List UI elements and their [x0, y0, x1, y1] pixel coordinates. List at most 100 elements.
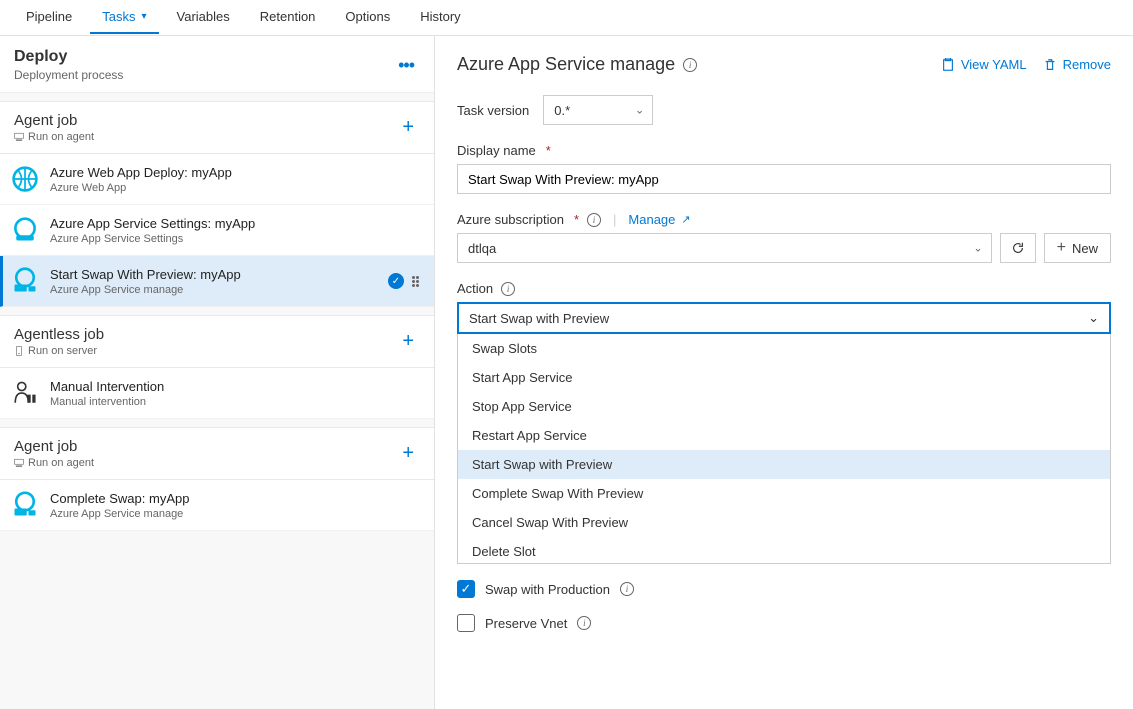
dropdown-option[interactable]: Stop App Service: [458, 392, 1110, 421]
subscription-select[interactable]: dtlqa ⌄: [457, 233, 992, 263]
task-complete-swap[interactable]: Complete Swap: myApp Azure App Service m…: [0, 480, 434, 531]
job-header-agentless[interactable]: Agentless job Run on server +: [0, 315, 434, 368]
job-title: Agentless job: [14, 326, 104, 343]
check-badge-icon: ✓: [388, 273, 404, 289]
tab-label: Tasks: [102, 9, 135, 24]
job-subtitle: Run on server: [14, 345, 104, 357]
info-icon[interactable]: i: [501, 282, 515, 296]
display-name-input[interactable]: [457, 164, 1111, 194]
display-name-label: Display name: [457, 143, 536, 158]
info-icon[interactable]: i: [620, 582, 634, 596]
drag-handle-icon[interactable]: [412, 276, 420, 287]
info-icon[interactable]: i: [587, 213, 601, 227]
swap-with-production-label: Swap with Production: [485, 582, 610, 597]
stage-header: Deploy Deployment process •••: [0, 36, 434, 93]
link-label: Remove: [1063, 57, 1111, 72]
dropdown-option[interactable]: Start App Service: [458, 363, 1110, 392]
task-details-panel: Azure App Service manage i View YAML Rem…: [435, 36, 1133, 709]
tab-options[interactable]: Options: [333, 1, 402, 34]
task-manual-intervention[interactable]: Manual Intervention Manual intervention: [0, 368, 434, 419]
azure-app-service-manage-icon: [10, 490, 40, 520]
task-app-service-settings[interactable]: Azure App Service Settings: myApp Azure …: [0, 205, 434, 256]
manage-link[interactable]: Manage ↗: [628, 212, 690, 227]
dropdown-option[interactable]: Restart App Service: [458, 421, 1110, 450]
task-subtitle: Manual intervention: [50, 396, 420, 408]
swap-with-production-checkbox[interactable]: ✓: [457, 580, 475, 598]
info-icon[interactable]: i: [683, 58, 697, 72]
required-asterisk: *: [574, 212, 579, 227]
top-tabs: Pipeline Tasks▾ Variables Retention Opti…: [0, 0, 1133, 36]
task-version-select[interactable]: 0.* ⌄: [543, 95, 653, 125]
job-title: Agent job: [14, 438, 94, 455]
more-actions-button[interactable]: •••: [392, 55, 420, 76]
job-header-agent-0[interactable]: Agent job Run on agent +: [0, 101, 434, 154]
main-layout: Deploy Deployment process ••• Agent job …: [0, 36, 1133, 709]
dropdown-option[interactable]: Cancel Swap With Preview: [458, 508, 1110, 537]
view-yaml-button[interactable]: View YAML: [941, 57, 1027, 72]
job-subtitle-text: Run on agent: [28, 131, 94, 143]
preserve-vnet-checkbox[interactable]: [457, 614, 475, 632]
select-value: dtlqa: [468, 241, 496, 256]
panel-title-text: Azure App Service manage: [457, 54, 675, 75]
remove-button[interactable]: Remove: [1043, 57, 1111, 72]
trash-icon: [1043, 58, 1057, 72]
chevron-down-icon: ⌄: [973, 242, 982, 255]
azure-web-app-icon: [10, 164, 40, 194]
task-list-panel: Deploy Deployment process ••• Agent job …: [0, 36, 435, 709]
action-select[interactable]: Start Swap with Preview ⌄: [457, 302, 1111, 334]
action-dropdown: Swap Slots Start App Service Stop App Se…: [457, 334, 1111, 564]
task-start-swap-preview[interactable]: Start Swap With Preview: myApp Azure App…: [0, 256, 434, 307]
job-title: Agent job: [14, 112, 94, 129]
dropdown-option[interactable]: Delete Slot: [458, 537, 1110, 564]
tab-retention[interactable]: Retention: [248, 1, 328, 34]
button-label: New: [1072, 241, 1098, 256]
divider: |: [613, 212, 616, 227]
stage-title: Deploy: [14, 48, 123, 66]
add-task-button[interactable]: +: [396, 442, 420, 465]
preserve-vnet-label: Preserve Vnet: [485, 616, 567, 631]
new-subscription-button[interactable]: + New: [1044, 233, 1111, 263]
add-task-button[interactable]: +: [396, 330, 420, 353]
job-subtitle-text: Run on server: [28, 345, 97, 357]
task-title: Complete Swap: myApp: [50, 491, 420, 506]
task-azure-web-app-deploy[interactable]: Azure Web App Deploy: myApp Azure Web Ap…: [0, 154, 434, 205]
task-version-label: Task version: [457, 103, 529, 118]
dropdown-option[interactable]: Start Swap with Preview: [458, 450, 1110, 479]
task-subtitle: Azure App Service manage: [50, 284, 388, 296]
task-title: Start Swap With Preview: myApp: [50, 267, 388, 282]
clipboard-icon: [941, 58, 955, 72]
link-label: View YAML: [961, 57, 1027, 72]
refresh-button[interactable]: [1000, 233, 1036, 263]
action-label: Action: [457, 281, 493, 296]
task-subtitle: Azure App Service manage: [50, 508, 420, 520]
external-link-icon: ↗: [681, 213, 690, 226]
subscription-label: Azure subscription: [457, 212, 564, 227]
select-value: Start Swap with Preview: [469, 311, 609, 326]
refresh-icon: [1011, 241, 1025, 255]
add-task-button[interactable]: +: [396, 116, 420, 139]
job-header-agent-1[interactable]: Agent job Run on agent +: [0, 427, 434, 480]
tab-pipeline[interactable]: Pipeline: [14, 1, 84, 34]
required-asterisk: *: [546, 143, 551, 158]
task-subtitle: Azure App Service Settings: [50, 233, 420, 245]
dropdown-option[interactable]: Complete Swap With Preview: [458, 479, 1110, 508]
info-icon[interactable]: i: [577, 616, 591, 630]
job-subtitle: Run on agent: [14, 457, 94, 469]
task-title: Azure App Service Settings: myApp: [50, 216, 420, 231]
task-subtitle: Azure Web App: [50, 182, 420, 194]
stage-subtitle: Deployment process: [14, 68, 123, 82]
job-subtitle: Run on agent: [14, 131, 94, 143]
chevron-down-icon: ⌄: [635, 104, 644, 117]
tab-tasks[interactable]: Tasks▾: [90, 1, 158, 34]
dropdown-option[interactable]: Swap Slots: [458, 334, 1110, 363]
link-label: Manage: [628, 212, 675, 227]
azure-app-service-icon: [10, 215, 40, 245]
tab-history[interactable]: History: [408, 1, 472, 34]
task-title: Azure Web App Deploy: myApp: [50, 165, 420, 180]
job-subtitle-text: Run on agent: [28, 457, 94, 469]
chevron-down-icon: ⌄: [1088, 310, 1099, 326]
server-icon: [14, 346, 24, 356]
person-icon: [10, 378, 40, 408]
agent-icon: [14, 458, 24, 468]
tab-variables[interactable]: Variables: [165, 1, 242, 34]
